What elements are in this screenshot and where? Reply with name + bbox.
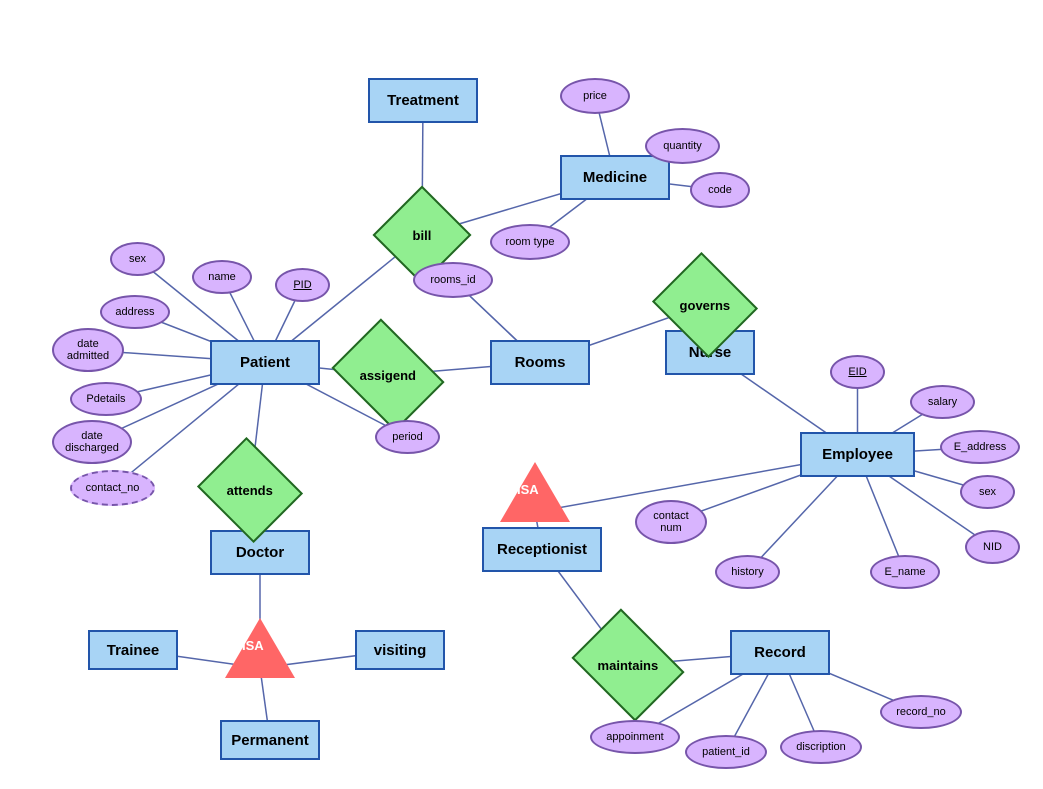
attr-rooms_id: rooms_id [413, 262, 493, 298]
entity-employee: Employee [800, 432, 915, 477]
attr-name: name [192, 260, 252, 294]
attr-pdetails: Pdetails [70, 382, 142, 416]
attr-history: history [715, 555, 780, 589]
attr-price: price [560, 78, 630, 114]
attr-pid: PID [275, 268, 330, 302]
attr-record_no: record_no [880, 695, 962, 729]
attr-e_address: E_address [940, 430, 1020, 464]
attr-appoinment: appoinment [590, 720, 680, 754]
entity-receptionist: Receptionist [482, 527, 602, 572]
attr-nid: NID [965, 530, 1020, 564]
attr-address: address [100, 295, 170, 329]
entity-doctor: Doctor [210, 530, 310, 575]
isa-isa2 [500, 462, 570, 522]
attr-date_discharged: date discharged [52, 420, 132, 464]
attr-date_admitted: date admitted [52, 328, 124, 372]
attr-discription: discription [780, 730, 862, 764]
entity-medicine: Medicine [560, 155, 670, 200]
attr-sex2: sex [960, 475, 1015, 509]
relation-assigend: assigend [331, 318, 444, 431]
attr-eid: EID [830, 355, 885, 389]
attr-e_name: E_name [870, 555, 940, 589]
entity-rooms: Rooms [490, 340, 590, 385]
attr-contact_num: contact num [635, 500, 707, 544]
attr-code: code [690, 172, 750, 208]
attr-contact_no: contact_no [70, 470, 155, 506]
attr-quantity: quantity [645, 128, 720, 164]
attr-sex: sex [110, 242, 165, 276]
relation-maintains: maintains [571, 608, 684, 721]
entity-visiting: visiting [355, 630, 445, 670]
relation-attends: attends [197, 437, 303, 543]
entity-patient: Patient [210, 340, 320, 385]
isa-isa1 [225, 618, 295, 678]
attr-period: period [375, 420, 440, 454]
entity-record: Record [730, 630, 830, 675]
attr-patient_id: patient_id [685, 735, 767, 769]
attr-room_type: room type [490, 224, 570, 260]
entity-permanent: Permanent [220, 720, 320, 760]
entity-treatment: Treatment [368, 78, 478, 123]
entity-trainee: Trainee [88, 630, 178, 670]
diagram-container: TreatmentMedicinePatientRoomsNurseEmploy… [0, 0, 1043, 789]
attr-salary: salary [910, 385, 975, 419]
